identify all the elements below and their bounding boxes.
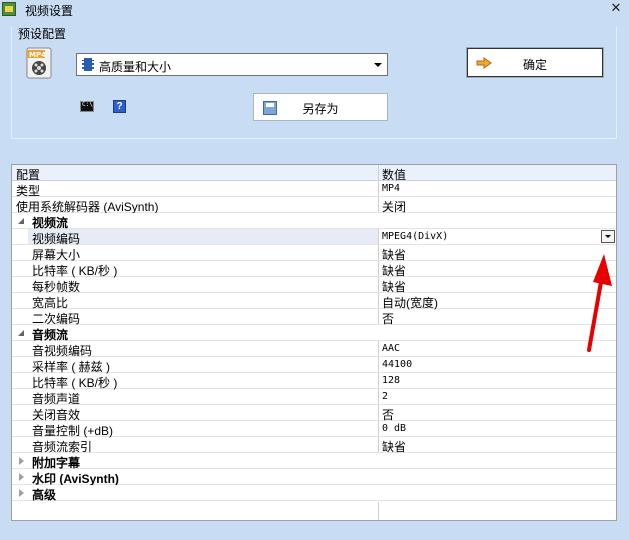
ok-button-label: 确定	[522, 58, 547, 72]
property-value: 自动(宽度)	[378, 293, 616, 310]
category-label: 高级	[32, 488, 57, 502]
property-value: 44100	[378, 357, 616, 372]
help-icon[interactable]: ?	[113, 100, 126, 113]
table-row[interactable]: 比特率 ( KB/秒 ) 缺省	[12, 261, 616, 278]
grid-header: 配置 数值	[12, 165, 616, 182]
save-as-button[interactable]: 另存为	[253, 93, 388, 121]
preset-group-label: 预设配置	[18, 27, 67, 41]
table-row[interactable]: 音频声道 2	[12, 389, 616, 406]
category-watermark[interactable]: 水印 (AviSynth)	[12, 469, 616, 486]
table-row[interactable]: 关闭音效 否	[12, 405, 616, 422]
preset-group-box	[11, 27, 617, 139]
table-row[interactable]: 类型 MP4	[12, 181, 616, 198]
expanded-triangle-icon[interactable]	[17, 217, 25, 225]
table-row[interactable]: 采样率 ( 赫兹 ) 44100	[12, 357, 616, 374]
red-annotation-arrow	[587, 254, 612, 352]
column-divider	[378, 502, 379, 520]
property-value: 0 dB	[378, 421, 616, 436]
property-value: AAC	[378, 341, 616, 356]
category-audio[interactable]: 音频流	[12, 325, 616, 342]
property-value: 否	[378, 405, 616, 422]
table-row[interactable]: 比特率 ( KB/秒 ) 128	[12, 373, 616, 390]
title-bar: 视频设置 ✕	[0, 0, 629, 18]
collapsed-triangle-icon[interactable]	[19, 489, 24, 497]
property-value: 缺省	[378, 277, 616, 294]
table-row[interactable]: 音视频编码 AAC	[12, 341, 616, 358]
table-row[interactable]: 每秒帧数 缺省	[12, 277, 616, 294]
table-row[interactable]: 音频流索引 缺省	[12, 437, 616, 454]
close-button[interactable]: ✕	[609, 0, 623, 16]
category-advanced[interactable]: 高级	[12, 485, 616, 502]
window-title: 视频设置	[25, 4, 74, 18]
table-row[interactable]: 二次编码 否	[12, 309, 616, 326]
mp4-file-icon: MP4	[26, 47, 52, 79]
film-icon	[82, 58, 94, 71]
table-row-selected[interactable]: 视频编码 MPEG4(DivX)	[12, 229, 616, 246]
preset-selected-value: 高质量和大小	[99, 60, 172, 74]
collapsed-triangle-icon[interactable]	[19, 473, 24, 481]
category-subtitles[interactable]: 附加字幕	[12, 453, 616, 470]
property-value: 128	[378, 373, 616, 388]
collapsed-triangle-icon[interactable]	[19, 457, 24, 465]
value-dropdown-button[interactable]	[601, 230, 615, 243]
property-value: 缺省	[378, 437, 616, 454]
category-video[interactable]: 视频流	[12, 213, 616, 230]
property-value: 缺省	[378, 261, 616, 278]
property-value: 否	[378, 309, 616, 326]
selected-row-highlight	[28, 229, 378, 244]
app-icon	[2, 2, 16, 16]
table-row[interactable]: 屏幕大小 缺省	[12, 245, 616, 262]
command-prompt-icon[interactable]	[80, 101, 94, 112]
ok-button[interactable]: 确定	[466, 47, 604, 78]
table-row[interactable]: 宽高比 自动(宽度)	[12, 293, 616, 310]
property-value: 2	[378, 389, 616, 404]
chevron-down-icon	[374, 63, 382, 67]
expanded-triangle-icon[interactable]	[17, 329, 25, 337]
property-grid[interactable]: 配置 数值 类型 MP4 使用系统解码器 (AviSynth) 关闭 视频流 视…	[11, 164, 617, 521]
property-value: MPEG4(DivX)	[378, 229, 616, 244]
header-value-column: 数值	[378, 165, 616, 182]
save-as-button-label: 另存为	[302, 102, 339, 116]
property-value: 关闭	[378, 197, 616, 214]
table-row[interactable]: 音量控制 (+dB) 0 dB	[12, 421, 616, 438]
mp4-icon-text: MP4	[29, 51, 46, 59]
property-value: MP4	[378, 181, 616, 196]
preset-dropdown[interactable]: 高质量和大小	[76, 53, 388, 76]
grid-empty-area	[12, 502, 616, 520]
table-row[interactable]: 使用系统解码器 (AviSynth) 关闭	[12, 197, 616, 214]
property-value: 缺省	[378, 245, 616, 262]
